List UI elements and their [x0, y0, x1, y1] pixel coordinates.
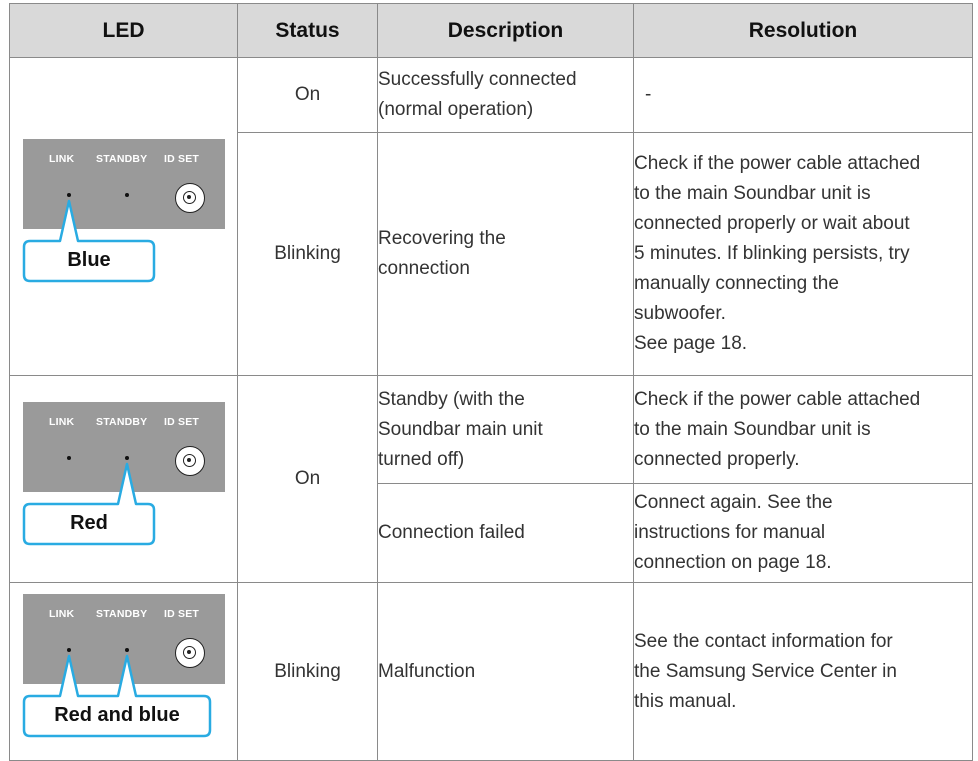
- callout-color-label: Red and blue: [54, 704, 180, 726]
- status-cell: Blinking: [237, 132, 378, 376]
- led-illustration-red-and-blue: LINK STANDBY ID SET Red and blue: [9, 582, 238, 761]
- description-cell: Malfunction: [377, 582, 634, 761]
- description-cell: Recovering the connection: [377, 132, 634, 376]
- header-led: LED: [9, 3, 238, 58]
- callout-color-label: Red: [70, 512, 108, 534]
- status-cell: On: [237, 375, 378, 583]
- resolution-cell: Connect again. See the instructions for …: [633, 483, 973, 583]
- status-cell: Blinking: [237, 582, 378, 761]
- resolution-cell: Check if the power cable attached to the…: [633, 375, 973, 484]
- led-illustration-blue: LINK STANDBY ID SET Blue: [9, 57, 238, 376]
- header-resolution: Resolution: [633, 3, 973, 58]
- description-cell: Connection failed: [377, 483, 634, 583]
- resolution-cell: Check if the power cable attached to the…: [633, 132, 973, 376]
- header-description: Description: [377, 3, 634, 58]
- header-status: Status: [237, 3, 378, 58]
- led-status-table: LED Status Description Resolution LINK ST…: [9, 3, 973, 761]
- description-cell: Successfully connected (normal operation…: [377, 57, 634, 133]
- manual-page: LED Status Description Resolution LINK ST…: [0, 0, 978, 761]
- header-row: LED Status Description Resolution: [9, 3, 973, 58]
- table-row: LINK STANDBY ID SET Red On Standby (with th…: [9, 375, 973, 583]
- led-illustration-red: LINK STANDBY ID SET Red: [9, 375, 238, 583]
- status-cell: On: [237, 57, 378, 133]
- table-row: LINK STANDBY ID SET Blue On Successfully co…: [9, 57, 973, 376]
- table-row: LINK STANDBY ID SET Red and blue Blinking M…: [9, 582, 973, 761]
- resolution-cell: See the contact information for the Sams…: [633, 582, 973, 761]
- resolution-cell: -: [633, 57, 973, 133]
- callout-color-label: Blue: [67, 249, 111, 271]
- description-cell: Standby (with the Soundbar main unit tur…: [377, 375, 634, 484]
